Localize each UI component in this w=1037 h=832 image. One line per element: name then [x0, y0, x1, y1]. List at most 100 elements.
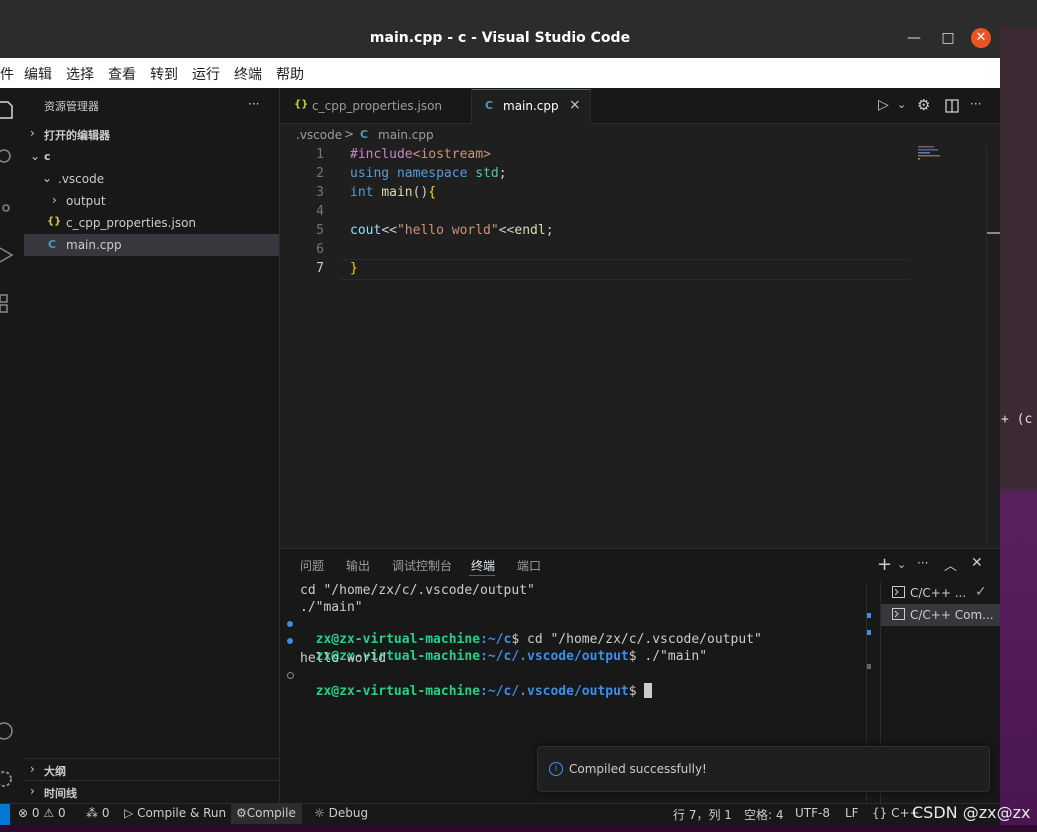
- tab-close-button[interactable]: ×: [569, 97, 581, 113]
- source-control-icon[interactable]: [0, 198, 14, 216]
- code-line[interactable]: using namespace std;: [350, 166, 507, 181]
- code-token: {: [428, 185, 437, 200]
- open-editors-section[interactable]: 打开的编辑器: [44, 127, 110, 143]
- maximize-panel-icon[interactable]: ︿: [944, 555, 957, 574]
- chevron-down-icon[interactable]: ⌄: [897, 98, 906, 111]
- gear-icon: ⚙: [236, 806, 247, 820]
- command-decoration-icon[interactable]: [287, 638, 293, 644]
- run-code-button[interactable]: ▷: [878, 97, 889, 113]
- info-icon: i: [549, 762, 563, 776]
- timeline-section[interactable]: 时间线: [44, 785, 77, 801]
- terminal-prompt-line: zx@zx-virtual-machine:~/c/.vscode/output…: [300, 668, 653, 699]
- code-token: ;: [545, 223, 554, 238]
- tab-label[interactable]: c_cpp_properties.json: [312, 99, 442, 113]
- code-token: <iostream>: [412, 147, 491, 162]
- maximize-button[interactable]: □: [938, 28, 958, 48]
- code-token: <<: [381, 223, 397, 238]
- terminal-cursor: [644, 683, 653, 698]
- desktop-bottom-strip: [0, 825, 1037, 832]
- editor-scrollbar[interactable]: [986, 146, 1001, 548]
- explorer-icon[interactable]: [0, 100, 14, 119]
- minimap[interactable]: [912, 146, 984, 548]
- code-token: #include: [350, 147, 413, 162]
- command-decoration-icon[interactable]: [287, 672, 294, 679]
- menu-edit[interactable]: 编辑: [24, 64, 52, 84]
- tree-selection-highlight: [24, 234, 279, 256]
- panel-tab-terminal[interactable]: 终端: [471, 557, 495, 574]
- panel-tab-debug-console[interactable]: 调试控制台: [392, 557, 452, 574]
- chevron-down-icon[interactable]: ⌄: [897, 558, 906, 571]
- indentation-status[interactable]: 空格: 4: [744, 806, 784, 823]
- ports-status[interactable]: ⁂ 0: [86, 806, 109, 820]
- tab-label[interactable]: main.cpp: [503, 99, 559, 113]
- panel-tab-ports[interactable]: 端口: [517, 557, 541, 574]
- sidebar-more-button[interactable]: ···: [248, 97, 259, 111]
- code-token: (): [412, 185, 429, 200]
- run-debug-icon[interactable]: [0, 246, 14, 264]
- remote-indicator[interactable]: [0, 804, 10, 825]
- encoding-status[interactable]: UTF-8: [795, 806, 830, 820]
- panel-tab-problems[interactable]: 问题: [300, 557, 324, 574]
- errors-warnings-status[interactable]: ⊗ 0 ⚠ 0: [18, 806, 66, 820]
- settings-gear-icon[interactable]: [0, 768, 14, 787]
- extensions-icon[interactable]: [0, 294, 14, 313]
- desktop-background: [1000, 26, 1037, 832]
- gear-icon[interactable]: ⚙: [917, 96, 930, 114]
- terminal-icon: [892, 608, 905, 620]
- terminal-list-item[interactable]: C/C++ Com...: [910, 608, 994, 622]
- line-number: 2: [316, 166, 324, 181]
- debug-button[interactable]: ☼ Debug: [314, 806, 368, 820]
- eol-status[interactable]: LF: [845, 806, 859, 820]
- check-icon: ✓: [975, 584, 987, 600]
- split-editor-icon[interactable]: [945, 99, 959, 113]
- menu-view[interactable]: 查看: [108, 64, 136, 84]
- terminal-list-item[interactable]: C/C++ ...: [910, 586, 966, 600]
- command-decoration-icon[interactable]: [287, 621, 293, 627]
- code-token: std: [475, 166, 499, 181]
- outline-section[interactable]: 大纲: [44, 763, 66, 779]
- cursor-position-status[interactable]: 行 7，列 1: [673, 806, 732, 823]
- minimize-button[interactable]: —: [904, 28, 924, 48]
- more-actions-button[interactable]: ···: [970, 97, 981, 111]
- current-line-highlight: [340, 259, 910, 280]
- terminal-line: ./"main": [300, 600, 363, 615]
- menu-file[interactable]: 件: [0, 64, 14, 84]
- tree-item-main-cpp[interactable]: main.cpp: [66, 238, 122, 252]
- section-divider: [24, 758, 279, 759]
- watermark: CSDN @zx@zx: [912, 803, 1031, 822]
- tree-item-output[interactable]: output: [66, 194, 106, 208]
- menu-go[interactable]: 转到: [150, 64, 178, 84]
- code-line[interactable]: int main(){: [350, 185, 436, 200]
- breadcrumb-folder[interactable]: .vscode: [296, 128, 342, 142]
- code-token: int: [350, 185, 382, 200]
- active-tab-indicator: [469, 575, 495, 576]
- menu-selection[interactable]: 选择: [66, 64, 94, 84]
- close-panel-icon[interactable]: ✕: [971, 555, 983, 571]
- code-line[interactable]: }: [350, 261, 358, 276]
- panel-tab-output[interactable]: 输出: [346, 557, 370, 574]
- chevron-right-icon: ›: [30, 762, 35, 776]
- cpp-file-icon: C: [48, 238, 57, 251]
- breadcrumb-file[interactable]: main.cpp: [378, 128, 434, 142]
- code-line[interactable]: #include<iostream>: [350, 147, 491, 162]
- menu-run[interactable]: 运行: [192, 64, 220, 84]
- panel-more-button[interactable]: ···: [917, 556, 928, 570]
- sidebar-title: 资源管理器: [44, 100, 99, 113]
- tree-item-c-cpp-properties[interactable]: c_cpp_properties.json: [66, 216, 196, 230]
- new-terminal-plus-icon[interactable]: +: [877, 554, 892, 575]
- terminal-output-line: hello world: [300, 651, 387, 666]
- compile-button[interactable]: ⚙Compile: [236, 806, 296, 820]
- menu-help[interactable]: 帮助: [276, 64, 304, 84]
- folder-root[interactable]: c: [44, 150, 51, 163]
- terminal-icon: [892, 586, 905, 598]
- code-token: namespace: [396, 166, 476, 181]
- menu-terminal[interactable]: 终端: [234, 64, 262, 84]
- search-icon[interactable]: [0, 148, 14, 166]
- scrollbar-marker: [867, 613, 871, 618]
- scrollbar-marker: [867, 664, 871, 669]
- compile-run-button[interactable]: ▷ Compile & Run: [124, 806, 226, 820]
- close-window-button[interactable]: ✕: [971, 28, 991, 48]
- code-line[interactable]: cout<<"hello world"<<endl;: [350, 223, 554, 238]
- tree-item-vscode[interactable]: .vscode: [58, 172, 104, 186]
- account-icon[interactable]: [0, 720, 14, 740]
